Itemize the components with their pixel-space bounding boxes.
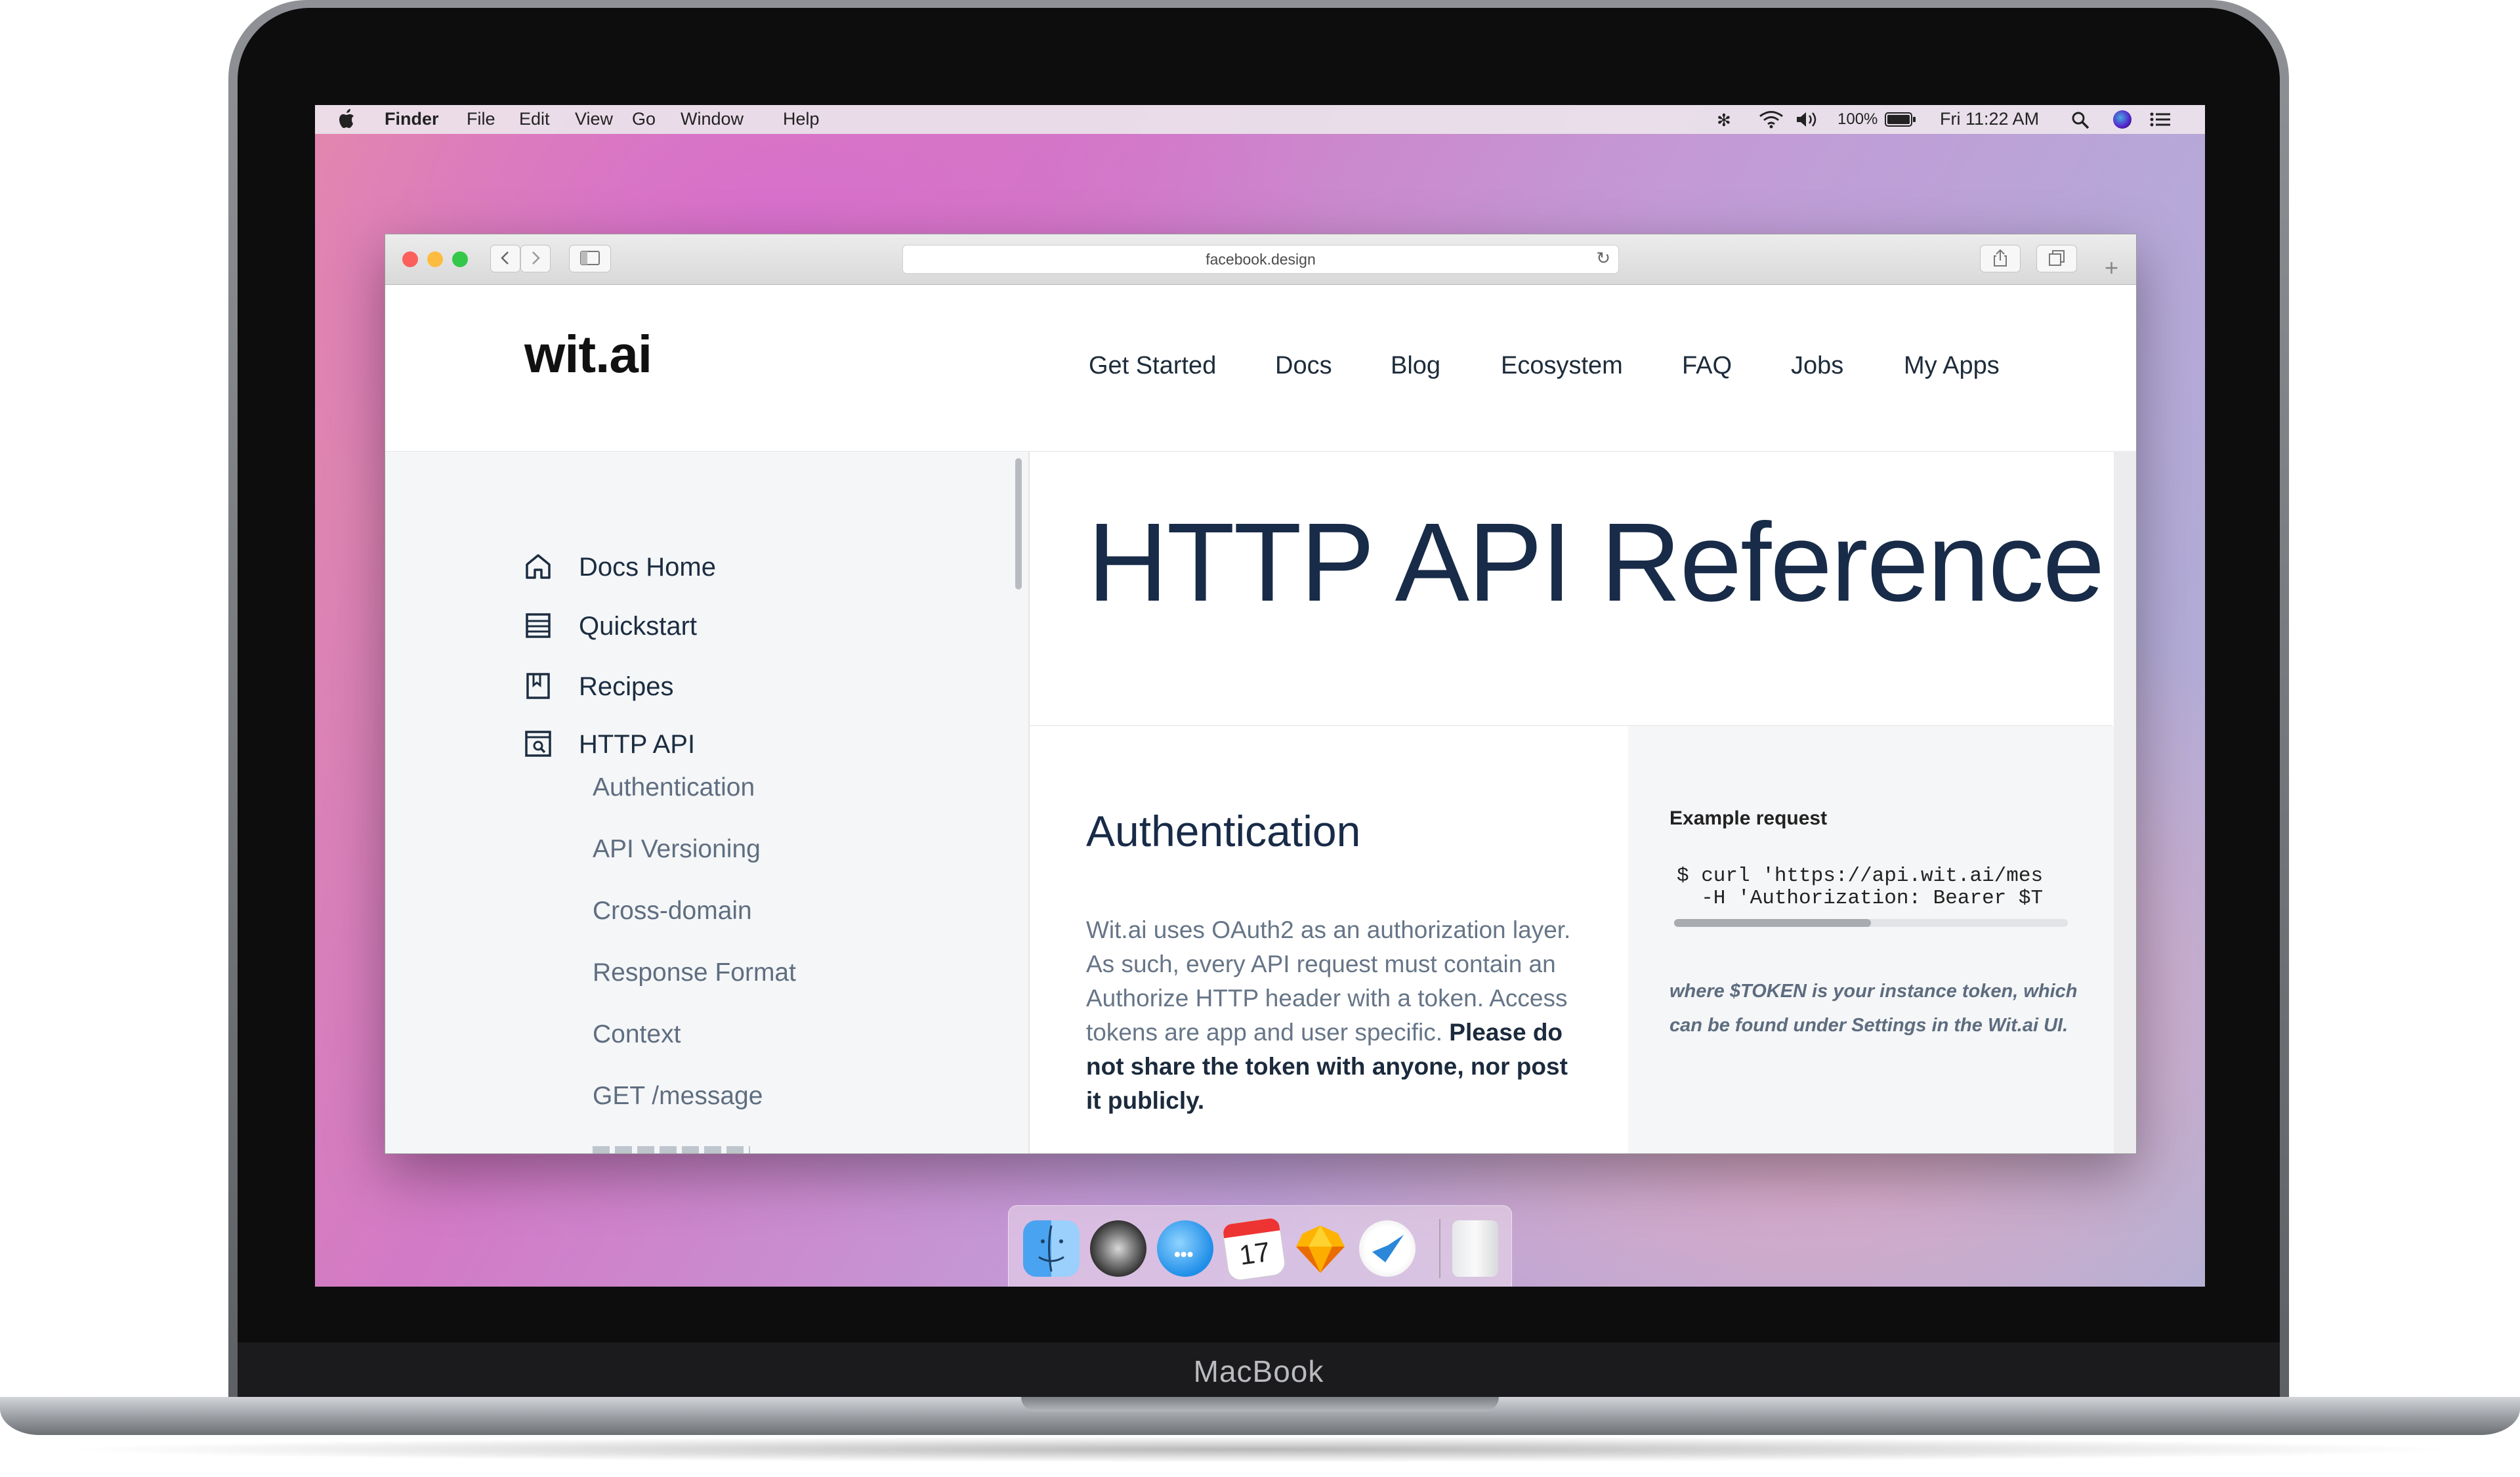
example-label: Example request — [1670, 807, 1828, 829]
page-title: HTTP API Reference — [1087, 500, 2105, 625]
bird-icon — [1372, 1235, 1404, 1262]
notification-center-icon[interactable] — [2150, 112, 2171, 127]
minimize-window-button[interactable] — [427, 251, 443, 267]
finder-face-icon — [1038, 1225, 1064, 1272]
nav-blog[interactable]: Blog — [1391, 352, 1440, 380]
address-bar[interactable]: facebook.design ↻ — [902, 245, 1619, 274]
code-scrollbar[interactable] — [1674, 919, 2068, 927]
tabs-overview-button[interactable] — [2036, 245, 2077, 272]
battery-percentage: 100% — [1838, 110, 1878, 128]
sketch-icon[interactable] — [1292, 1220, 1349, 1277]
dock-separator — [1439, 1219, 1440, 1278]
menu-file[interactable]: File — [467, 109, 495, 129]
web-page: wit.ai Get Started Docs Blog Ecosystem F… — [385, 285, 2136, 1153]
reload-icon[interactable]: ↻ — [1596, 248, 1610, 268]
nav-ecosystem[interactable]: Ecosystem — [1501, 352, 1623, 380]
sidebar-sub-partial — [593, 1146, 757, 1153]
bluetooth-icon[interactable]: ✻ — [1717, 110, 1731, 131]
sidebar-sub-context[interactable]: Context — [593, 1020, 681, 1049]
site-logo[interactable]: wit.ai — [524, 324, 652, 385]
messages-icon[interactable]: ••• — [1157, 1220, 1213, 1277]
nav-jobs[interactable]: Jobs — [1791, 352, 1843, 380]
token-note: where $TOKEN is your instance token, whi… — [1670, 981, 2078, 1036]
sidebar-sub-cross-domain[interactable]: Cross-domain — [593, 897, 752, 926]
share-button[interactable] — [1980, 245, 2021, 272]
sidebar-sub-response-format[interactable]: Response Format — [593, 958, 796, 987]
sidebar-item-http-api[interactable]: HTTP API — [579, 730, 695, 760]
forward-button[interactable] — [520, 245, 551, 272]
sidebar-scrollbar[interactable] — [1015, 458, 1022, 589]
menu-app-name[interactable]: Finder — [385, 109, 439, 129]
nav-docs[interactable]: Docs — [1275, 352, 1332, 380]
siri-icon[interactable] — [2113, 110, 2132, 129]
menu-go[interactable]: Go — [632, 109, 656, 129]
sidebar-item-recipes[interactable]: Recipes — [579, 672, 674, 702]
page-right-edge — [2114, 451, 2136, 1153]
url-text: facebook.design — [1206, 251, 1316, 268]
trash-icon[interactable] — [1452, 1220, 1498, 1277]
calendar-day: 17 — [1237, 1235, 1272, 1271]
content-section: Authentication Wit.ai uses OAuth2 as an … — [1030, 726, 1628, 1153]
section-paragraph: Wit.ai uses OAuth2 as an authorization l… — [1086, 913, 1585, 1118]
menu-edit[interactable]: Edit — [519, 109, 550, 129]
calendar-icon[interactable]: 17 — [1221, 1216, 1287, 1282]
nav-faq[interactable]: FAQ — [1682, 352, 1732, 380]
chevron-left-icon — [501, 251, 509, 265]
menu-help[interactable]: Help — [783, 109, 820, 129]
menu-clock[interactable]: Fri 11:22 AM — [1940, 109, 2039, 129]
sidebar-sub-get-message[interactable]: GET /message — [593, 1082, 763, 1111]
list-icon — [526, 613, 551, 638]
wifi-icon[interactable] — [1759, 110, 1784, 129]
share-icon — [1994, 249, 2007, 267]
section-title: Authentication — [1086, 807, 1361, 855]
device-brand: MacBook — [1193, 1354, 1324, 1388]
dock: ••• 17 — [1008, 1205, 1512, 1287]
example-panel: Example request $ curl 'https://api.wit.… — [1628, 726, 2114, 1153]
new-tab-icon[interactable]: + — [2105, 254, 2118, 282]
finder-icon[interactable] — [1023, 1220, 1080, 1277]
book-icon — [526, 673, 550, 699]
menu-bar: Finder File Edit View Go Window Help ✻ 1… — [315, 105, 2205, 134]
messages-dots-icon: ••• — [1174, 1244, 1194, 1264]
browser-toolbar: facebook.design ↻ + — [385, 234, 2136, 285]
tabs-icon — [2049, 250, 2065, 266]
laptop-shadow — [52, 1436, 2468, 1463]
back-button[interactable] — [490, 245, 520, 272]
close-window-button[interactable] — [402, 251, 418, 267]
volume-icon[interactable] — [1796, 111, 1819, 128]
sidebar-icon — [580, 251, 600, 265]
code-line-1: $ curl 'https://api.wit.ai/mes — [1677, 865, 2044, 888]
api-search-icon — [525, 731, 551, 757]
code-block[interactable]: $ curl 'https://api.wit.ai/mes -H 'Autho… — [1677, 865, 2067, 911]
menu-window[interactable]: Window — [681, 109, 744, 129]
chevron-right-icon — [532, 251, 540, 265]
docs-sidebar: Docs Home Quickstart Recipes HTTP API Au… — [385, 451, 1028, 1153]
screen: Finder File Edit View Go Window Help ✻ 1… — [315, 105, 2205, 1287]
menu-view[interactable]: View — [575, 109, 613, 129]
nav-get-started[interactable]: Get Started — [1089, 352, 1216, 380]
sidebar-item-docs-home[interactable]: Docs Home — [579, 553, 716, 582]
nav-my-apps[interactable]: My Apps — [1904, 352, 2000, 380]
battery-icon[interactable] — [1885, 112, 1916, 127]
browser-window: facebook.design ↻ + wit.ai Get Started D… — [385, 234, 2137, 1154]
laptop-notch — [1021, 1397, 1499, 1411]
system-preferences-icon[interactable] — [1090, 1220, 1146, 1277]
home-icon — [526, 554, 551, 579]
spotlight-icon[interactable] — [2071, 111, 2090, 129]
code-line-2: -H 'Authorization: Bearer $T — [1677, 887, 2044, 910]
sidebar-item-quickstart[interactable]: Quickstart — [579, 612, 697, 641]
sidebar-toggle-button[interactable] — [569, 245, 611, 272]
apple-icon[interactable] — [339, 109, 357, 129]
sidebar-sub-api-versioning[interactable]: API Versioning — [593, 835, 761, 864]
wunderlist-icon[interactable] — [1359, 1220, 1416, 1277]
zoom-window-button[interactable] — [452, 251, 468, 267]
sidebar-sub-authentication[interactable]: Authentication — [593, 773, 755, 802]
code-scrollbar-thumb[interactable] — [1674, 919, 1871, 927]
